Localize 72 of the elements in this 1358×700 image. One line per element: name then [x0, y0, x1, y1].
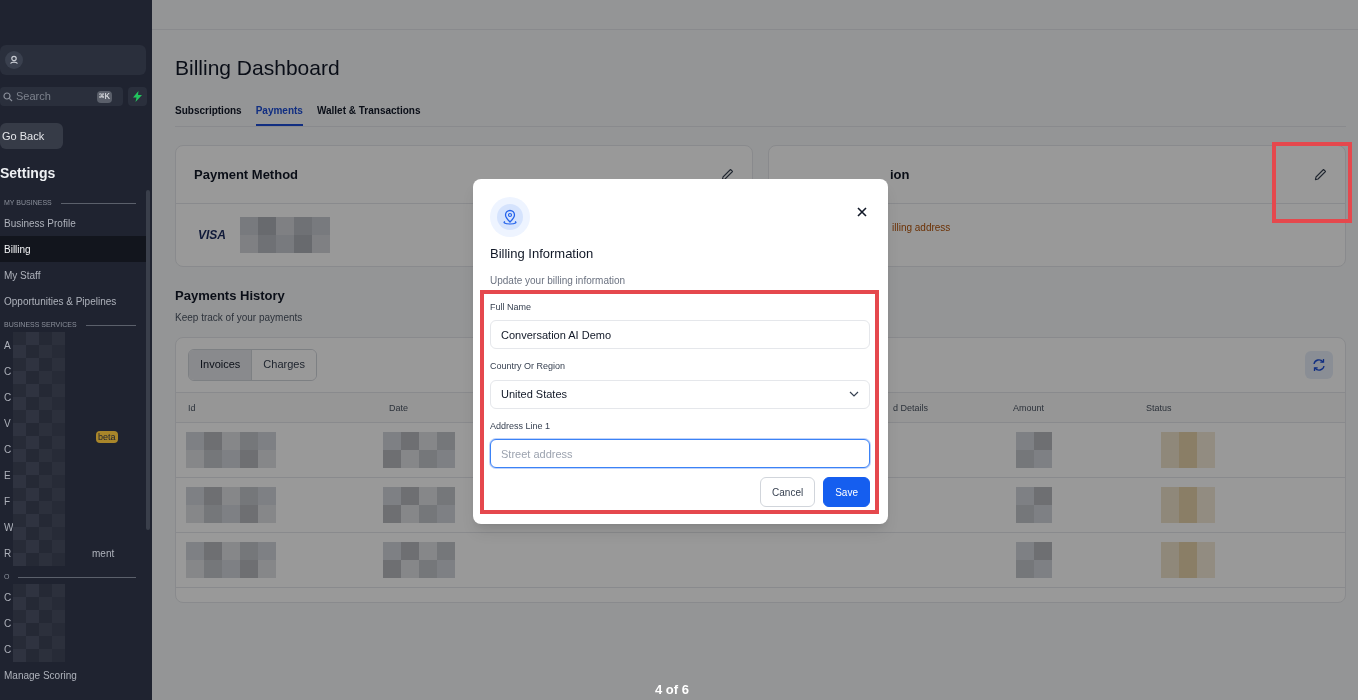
beta-badge: beta — [96, 431, 118, 443]
user-icon — [5, 51, 23, 69]
sidebar-item[interactable]: ment — [92, 545, 115, 561]
sidebar-heading: Settings — [0, 164, 57, 183]
pixelated-text — [1161, 486, 1215, 523]
column-header: Amount — [1013, 401, 1045, 415]
column-header: Date — [389, 401, 408, 415]
select-field[interactable]: United States — [490, 379, 870, 409]
column-header: d Details — [893, 401, 928, 415]
sidebar-item[interactable]: C — [4, 615, 12, 631]
card-title: Payment Method — [194, 165, 298, 184]
pencil-icon[interactable] — [721, 168, 734, 181]
sidebar-item[interactable]: W — [4, 519, 14, 535]
tab[interactable]: Subscriptions — [175, 103, 242, 126]
refresh-icon — [1312, 357, 1326, 372]
shortcut-key: ⌘K — [97, 90, 112, 103]
pixelated-text — [1016, 486, 1052, 523]
sidebar-item[interactable]: Opportunities & Pipelines — [4, 293, 117, 309]
pixelated-text — [1016, 541, 1052, 578]
tab[interactable]: Payments — [255, 103, 303, 126]
cancel-button[interactable]: Cancel — [760, 477, 816, 507]
page-title: Billing Dashboard — [175, 55, 341, 80]
pixelated-text — [1161, 541, 1215, 578]
input-field[interactable]: Conversation AI Demo — [490, 320, 870, 349]
field-label: Address Line 1 — [490, 419, 552, 433]
toggle-button[interactable]: Invoices — [189, 349, 252, 380]
chevron-down-icon — [849, 391, 859, 397]
sidebar-item[interactable]: Billing — [0, 236, 147, 262]
card-brand: VISA — [198, 227, 226, 244]
search-input[interactable]: Search — [16, 88, 94, 105]
back-button[interactable]: Go Back — [0, 123, 63, 149]
sidebar-item[interactable]: E — [4, 467, 11, 483]
notice-text: illing address — [892, 221, 951, 235]
quick-action-button[interactable] — [128, 87, 147, 106]
page-counter: 4 of 6 — [655, 682, 689, 697]
location-pin-icon — [490, 197, 530, 237]
pixelated-text — [1016, 431, 1052, 468]
tab[interactable]: Wallet & Transactions — [316, 103, 421, 126]
input-field[interactable]: Street address — [490, 439, 870, 468]
sidebar-item[interactable]: V — [4, 415, 11, 431]
sidebar-item[interactable]: My Staff — [4, 267, 41, 283]
pixelated-text — [383, 541, 455, 578]
field-label: Full Name — [490, 300, 532, 314]
modal-title: Billing Information — [490, 245, 595, 263]
sidebar-item[interactable]: C — [4, 641, 12, 657]
card-title: ion — [890, 165, 910, 184]
sidebar-item[interactable]: C — [4, 389, 12, 405]
section-subtitle: Keep track of your payments — [175, 310, 303, 325]
sidebar-item[interactable]: Business Profile — [4, 215, 76, 231]
close-button[interactable] — [856, 206, 868, 218]
sidebar-item[interactable]: C — [4, 441, 12, 457]
column-header: Id — [188, 401, 196, 415]
toggle-button[interactable]: Charges — [251, 349, 316, 380]
sidebar-item[interactable]: C — [4, 589, 12, 605]
pixelated-text — [383, 431, 455, 468]
modal-subtitle: Update your billing information — [490, 273, 627, 288]
column-header: Status — [1146, 401, 1172, 415]
sidebar-item[interactable]: A — [4, 337, 11, 353]
pixelated-text — [383, 486, 455, 523]
close-icon — [856, 206, 868, 218]
lightning-icon — [133, 91, 142, 102]
pixelated-text — [1161, 431, 1215, 468]
sidebar-item[interactable]: R — [4, 545, 12, 561]
sidebar-item[interactable]: Manage Scoring — [4, 667, 77, 683]
sidebar-item[interactable]: F — [4, 493, 11, 509]
section-title: Payments History — [175, 287, 285, 305]
save-button[interactable]: Save — [823, 477, 870, 507]
sidebar-item[interactable]: C — [4, 363, 12, 379]
refresh-button[interactable] — [1305, 350, 1333, 379]
search-icon — [3, 91, 13, 102]
field-label: Country Or Region — [490, 360, 567, 373]
search-field[interactable]: Search ⌘K — [0, 87, 123, 106]
